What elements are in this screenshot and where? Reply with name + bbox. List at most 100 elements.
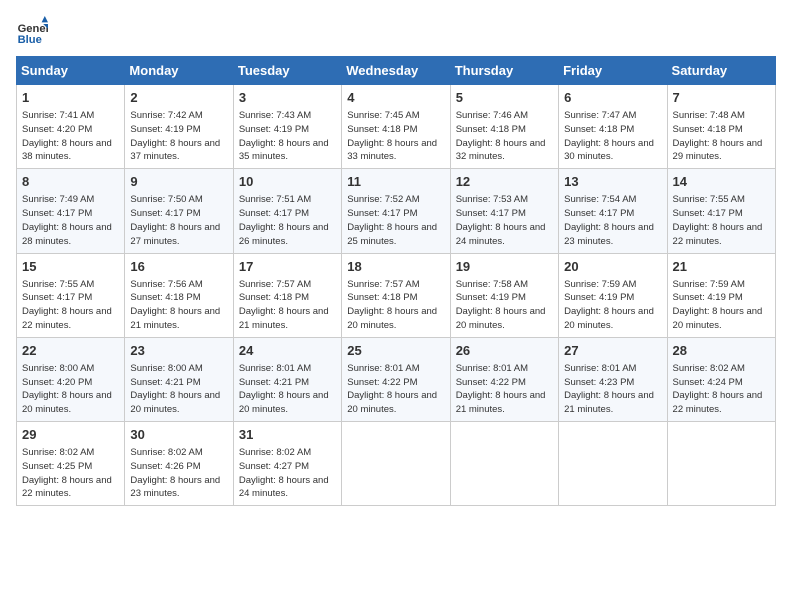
day-number: 28 [673,342,770,360]
day-number: 7 [673,89,770,107]
day-number: 6 [564,89,661,107]
day-info: Sunrise: 7:54 AMSunset: 4:17 PMDaylight:… [564,193,661,248]
day-cell-13: 13 Sunrise: 7:54 AMSunset: 4:17 PMDayligh… [559,169,667,253]
day-cell-19: 19 Sunrise: 7:58 AMSunset: 4:19 PMDayligh… [450,253,558,337]
calendar-header-row: SundayMondayTuesdayWednesdayThursdayFrid… [17,57,776,85]
week-row-2: 8 Sunrise: 7:49 AMSunset: 4:17 PMDaylight… [17,169,776,253]
column-header-wednesday: Wednesday [342,57,450,85]
week-row-5: 29 Sunrise: 8:02 AMSunset: 4:25 PMDayligh… [17,422,776,506]
page-header: General Blue [16,16,776,48]
day-number: 4 [347,89,444,107]
day-cell-2: 2 Sunrise: 7:42 AMSunset: 4:19 PMDaylight… [125,85,233,169]
day-number: 22 [22,342,119,360]
week-row-4: 22 Sunrise: 8:00 AMSunset: 4:20 PMDayligh… [17,337,776,421]
day-cell-5: 5Sunrise: 7:46 AMSunset: 4:18 PMDaylight… [450,85,558,169]
day-cell-20: 20 Sunrise: 7:59 AMSunset: 4:19 PMDayligh… [559,253,667,337]
day-cell-29: 29 Sunrise: 8:02 AMSunset: 4:25 PMDayligh… [17,422,125,506]
day-cell-7: 7 Sunrise: 7:48 AMSunset: 4:18 PMDaylight… [667,85,775,169]
column-header-saturday: Saturday [667,57,775,85]
day-info: Sunrise: 8:02 AMSunset: 4:27 PMDaylight:… [239,446,336,501]
day-cell-18: 18 Sunrise: 7:57 AMSunset: 4:18 PMDayligh… [342,253,450,337]
column-header-tuesday: Tuesday [233,57,341,85]
svg-text:Blue: Blue [18,34,42,46]
day-cell-6: 6 Sunrise: 7:47 AMSunset: 4:18 PMDaylight… [559,85,667,169]
day-info: Sunrise: 7:48 AMSunset: 4:18 PMDaylight:… [673,109,770,164]
day-info: Sunrise: 8:00 AMSunset: 4:20 PMDaylight:… [22,362,119,417]
day-cell-30: 30 Sunrise: 8:02 AMSunset: 4:26 PMDayligh… [125,422,233,506]
day-info: Sunrise: 7:52 AMSunset: 4:17 PMDaylight:… [347,193,444,248]
day-info: Sunrise: 7:56 AMSunset: 4:18 PMDaylight:… [130,278,227,333]
day-cell-9: 9Sunrise: 7:50 AMSunset: 4:17 PMDaylight… [125,169,233,253]
day-number: 3 [239,89,336,107]
day-info: Sunrise: 7:57 AMSunset: 4:18 PMDaylight:… [239,278,336,333]
day-cell-11: 11 Sunrise: 7:52 AMSunset: 4:17 PMDayligh… [342,169,450,253]
empty-cell [342,422,450,506]
day-number: 26 [456,342,553,360]
day-number: 30 [130,426,227,444]
day-number: 13 [564,173,661,191]
day-cell-22: 22 Sunrise: 8:00 AMSunset: 4:20 PMDayligh… [17,337,125,421]
day-info: Sunrise: 7:55 AMSunset: 4:17 PMDaylight:… [22,278,119,333]
day-info: Sunrise: 8:02 AMSunset: 4:26 PMDaylight:… [130,446,227,501]
day-number: 19 [456,258,553,276]
calendar-body: 1Sunrise: 7:41 AMSunset: 4:20 PMDaylight… [17,85,776,506]
week-row-3: 15 Sunrise: 7:55 AMSunset: 4:17 PMDayligh… [17,253,776,337]
day-number: 23 [130,342,227,360]
calendar-table: SundayMondayTuesdayWednesdayThursdayFrid… [16,56,776,506]
day-cell-21: 21Sunrise: 7:59 AMSunset: 4:19 PMDayligh… [667,253,775,337]
day-cell-26: 26 Sunrise: 8:01 AMSunset: 4:22 PMDayligh… [450,337,558,421]
day-number: 25 [347,342,444,360]
day-info: Sunrise: 7:47 AMSunset: 4:18 PMDaylight:… [564,109,661,164]
empty-cell [667,422,775,506]
day-cell-27: 27Sunrise: 8:01 AMSunset: 4:23 PMDayligh… [559,337,667,421]
day-cell-14: 14Sunrise: 7:55 AMSunset: 4:17 PMDayligh… [667,169,775,253]
day-info: Sunrise: 7:59 AMSunset: 4:19 PMDaylight:… [564,278,661,333]
column-header-thursday: Thursday [450,57,558,85]
day-info: Sunrise: 7:49 AMSunset: 4:17 PMDaylight:… [22,193,119,248]
day-cell-17: 17Sunrise: 7:57 AMSunset: 4:18 PMDayligh… [233,253,341,337]
day-number: 2 [130,89,227,107]
day-cell-12: 12 Sunrise: 7:53 AMSunset: 4:17 PMDayligh… [450,169,558,253]
day-number: 10 [239,173,336,191]
day-number: 29 [22,426,119,444]
day-info: Sunrise: 8:01 AMSunset: 4:22 PMDaylight:… [456,362,553,417]
day-number: 14 [673,173,770,191]
empty-cell [559,422,667,506]
day-cell-15: 15 Sunrise: 7:55 AMSunset: 4:17 PMDayligh… [17,253,125,337]
day-number: 24 [239,342,336,360]
column-header-friday: Friday [559,57,667,85]
day-cell-25: 25 Sunrise: 8:01 AMSunset: 4:22 PMDayligh… [342,337,450,421]
day-info: Sunrise: 8:01 AMSunset: 4:21 PMDaylight:… [239,362,336,417]
day-cell-31: 31Sunrise: 8:02 AMSunset: 4:27 PMDayligh… [233,422,341,506]
day-info: Sunrise: 8:01 AMSunset: 4:22 PMDaylight:… [347,362,444,417]
day-cell-3: 3 Sunrise: 7:43 AMSunset: 4:19 PMDaylight… [233,85,341,169]
svg-text:General: General [18,23,48,35]
logo-icon: General Blue [16,16,48,48]
day-number: 11 [347,173,444,191]
day-number: 20 [564,258,661,276]
day-info: Sunrise: 7:43 AMSunset: 4:19 PMDaylight:… [239,109,336,164]
day-info: Sunrise: 7:51 AMSunset: 4:17 PMDaylight:… [239,193,336,248]
week-row-1: 1Sunrise: 7:41 AMSunset: 4:20 PMDaylight… [17,85,776,169]
day-info: Sunrise: 7:50 AMSunset: 4:17 PMDaylight:… [130,193,227,248]
day-cell-10: 10 Sunrise: 7:51 AMSunset: 4:17 PMDayligh… [233,169,341,253]
day-number: 8 [22,173,119,191]
empty-cell [450,422,558,506]
day-info: Sunrise: 7:57 AMSunset: 4:18 PMDaylight:… [347,278,444,333]
day-cell-1: 1Sunrise: 7:41 AMSunset: 4:20 PMDaylight… [17,85,125,169]
day-info: Sunrise: 7:58 AMSunset: 4:19 PMDaylight:… [456,278,553,333]
day-info: Sunrise: 8:00 AMSunset: 4:21 PMDaylight:… [130,362,227,417]
day-number: 12 [456,173,553,191]
column-header-monday: Monday [125,57,233,85]
day-info: Sunrise: 8:02 AMSunset: 4:24 PMDaylight:… [673,362,770,417]
day-info: Sunrise: 7:53 AMSunset: 4:17 PMDaylight:… [456,193,553,248]
day-info: Sunrise: 7:42 AMSunset: 4:19 PMDaylight:… [130,109,227,164]
day-cell-23: 23 Sunrise: 8:00 AMSunset: 4:21 PMDayligh… [125,337,233,421]
day-number: 18 [347,258,444,276]
day-info: Sunrise: 8:02 AMSunset: 4:25 PMDaylight:… [22,446,119,501]
day-number: 15 [22,258,119,276]
day-cell-24: 24 Sunrise: 8:01 AMSunset: 4:21 PMDayligh… [233,337,341,421]
day-number: 27 [564,342,661,360]
day-number: 5 [456,89,553,107]
day-info: Sunrise: 7:59 AMSunset: 4:19 PMDaylight:… [673,278,770,333]
